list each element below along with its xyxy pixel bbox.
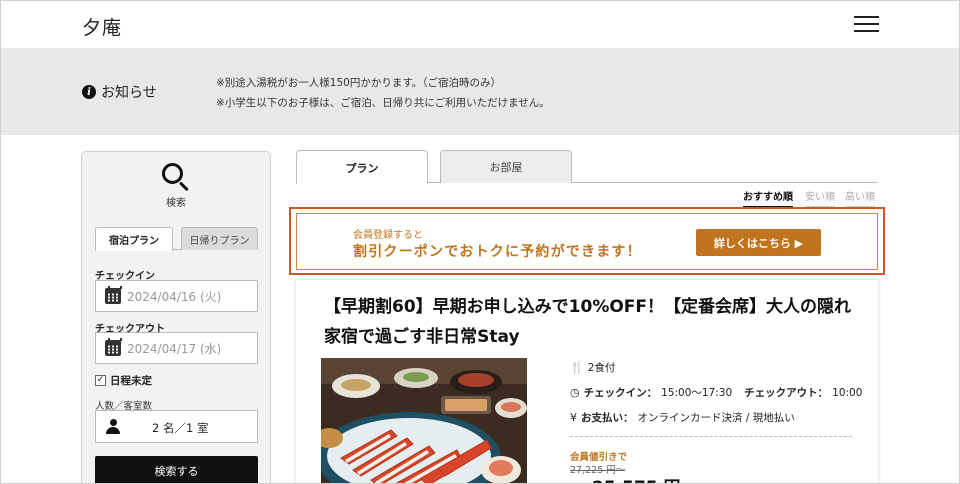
plan-card[interactable]: 【早期割60】早期お申し込みで10%OFF！【定番会席】大人の隠れ家宿で過ごす非… — [296, 280, 878, 483]
notice-line: ※小学生以下のお子様は、ご宿泊、日帰り共にご利用いただけません。 — [216, 97, 550, 109]
checkin-time-label: チェックイン： — [583, 387, 658, 399]
plan-type-tabs: 宿泊プラン 日帰りプラン — [95, 227, 258, 251]
banner-subtext: 会員登録すると — [353, 230, 423, 241]
hamburger-menu-icon[interactable] — [854, 16, 879, 34]
clock-icon: ◷ — [570, 386, 580, 399]
member-discount-label: 会員値引きで — [570, 452, 628, 463]
notice-line: ※別途入湯税がお一人様150円かかります。（ご宿泊時のみ） — [216, 77, 502, 89]
plan-meals-value: 2食付 — [587, 362, 616, 374]
checkin-field[interactable]: 2024/04/16 (火) — [95, 280, 258, 312]
checkin-time-value: 15:00〜17:30 — [661, 387, 733, 399]
plan-meals: 🍴 2食付 — [570, 360, 615, 375]
price-row: 合計 25,575 円〜 — [570, 473, 698, 483]
sort-price-high[interactable]: 高い順 — [845, 188, 875, 208]
search-button[interactable]: 検索する — [95, 456, 258, 483]
plan-times: ◷ チェックイン： 15:00〜17:30 チェックアウト： 10:00 — [570, 385, 862, 400]
person-icon-head — [110, 419, 117, 426]
payment-label: お支払い： — [581, 412, 634, 424]
site-header: 夕庵 — [1, 1, 959, 48]
date-undecided-option[interactable]: ✓ 日程未定 — [95, 373, 152, 388]
hamburger-bar — [854, 16, 879, 18]
checkin-value: 2024/04/16 (火) — [127, 289, 222, 304]
info-icon: i — [82, 85, 96, 99]
hamburger-bar — [854, 30, 879, 32]
banner-details-button[interactable]: 詳しくはこちら ▶ — [696, 229, 821, 256]
calendar-icon — [105, 286, 122, 304]
tab-day-plan[interactable]: 日帰りプラン — [181, 227, 258, 250]
plan-photo[interactable] — [321, 358, 527, 483]
tab-plans[interactable]: プラン — [296, 150, 428, 184]
sort-recommended[interactable]: おすすめ順 — [743, 188, 793, 208]
brand-logo[interactable]: 夕庵 — [82, 13, 122, 40]
checkout-value: 2024/04/17 (水) — [127, 341, 222, 356]
checkout-time-label: チェックアウト： — [744, 387, 829, 399]
page-frame: 夕庵 i お知らせ ※別途入湯税がお一人様150円かかります。（ご宿泊時のみ） … — [0, 0, 960, 484]
banner-headline: 割引クーポンでおトクに予約ができます！ — [353, 244, 642, 260]
checkout-time-value: 10:00 — [832, 386, 863, 399]
plan-title[interactable]: 【早期割60】早期お申し込みで10%OFF！【定番会席】大人の隠れ家宿で過ごす非… — [324, 292, 854, 352]
fork-knife-icon: 🍴 — [570, 361, 584, 374]
payment-value: オンラインカード決済 / 現地払い — [637, 412, 795, 424]
main-tabs: プラン お部屋 — [296, 150, 878, 184]
person-icon-body — [106, 427, 120, 434]
divider — [570, 436, 852, 437]
plan-payment: ¥ お支払い： オンラインカード決済 / 現地払い — [570, 410, 795, 425]
search-header: 検索 — [82, 162, 270, 209]
notice-title-text: お知らせ — [101, 85, 157, 101]
date-undecided-label: 日程未定 — [110, 375, 152, 387]
person-icon — [106, 419, 120, 435]
plan-price: 25,575 円〜 — [592, 473, 698, 483]
notice-title: i お知らせ — [82, 82, 157, 102]
date-undecided-checkbox[interactable]: ✓ — [95, 375, 106, 386]
guests-value: 2 名／1 室 — [152, 421, 209, 435]
notice-lines: ※別途入湯税がお一人様150円かかります。（ご宿泊時のみ） ※小学生以下のお子様… — [216, 73, 550, 113]
hamburger-bar — [854, 23, 879, 25]
search-panel: 検索 宿泊プラン 日帰りプラン チェックイン 2024/04/16 (火) チェ… — [81, 151, 271, 483]
search-label: 検索 — [166, 198, 186, 209]
tab-stay-plan[interactable]: 宿泊プラン — [95, 227, 173, 251]
yen-icon: ¥ — [570, 411, 577, 424]
guests-field[interactable]: 2 名／1 室 — [95, 410, 258, 443]
sort-price-low[interactable]: 安い順 — [805, 188, 835, 208]
checkout-field[interactable]: 2024/04/17 (水) — [95, 332, 258, 364]
calendar-icon — [105, 338, 122, 356]
search-icon — [161, 162, 191, 192]
member-coupon-banner[interactable]: 会員登録すると 割引クーポンでおトクに予約ができます！ 詳しくはこちら ▶ — [296, 213, 878, 270]
notice-band: i お知らせ ※別途入湯税がお一人様150円かかります。（ご宿泊時のみ） ※小学… — [1, 48, 959, 135]
tab-rooms[interactable]: お部屋 — [440, 150, 572, 183]
plan-photo-illustration — [321, 358, 527, 483]
search-icon-handle — [178, 181, 189, 192]
